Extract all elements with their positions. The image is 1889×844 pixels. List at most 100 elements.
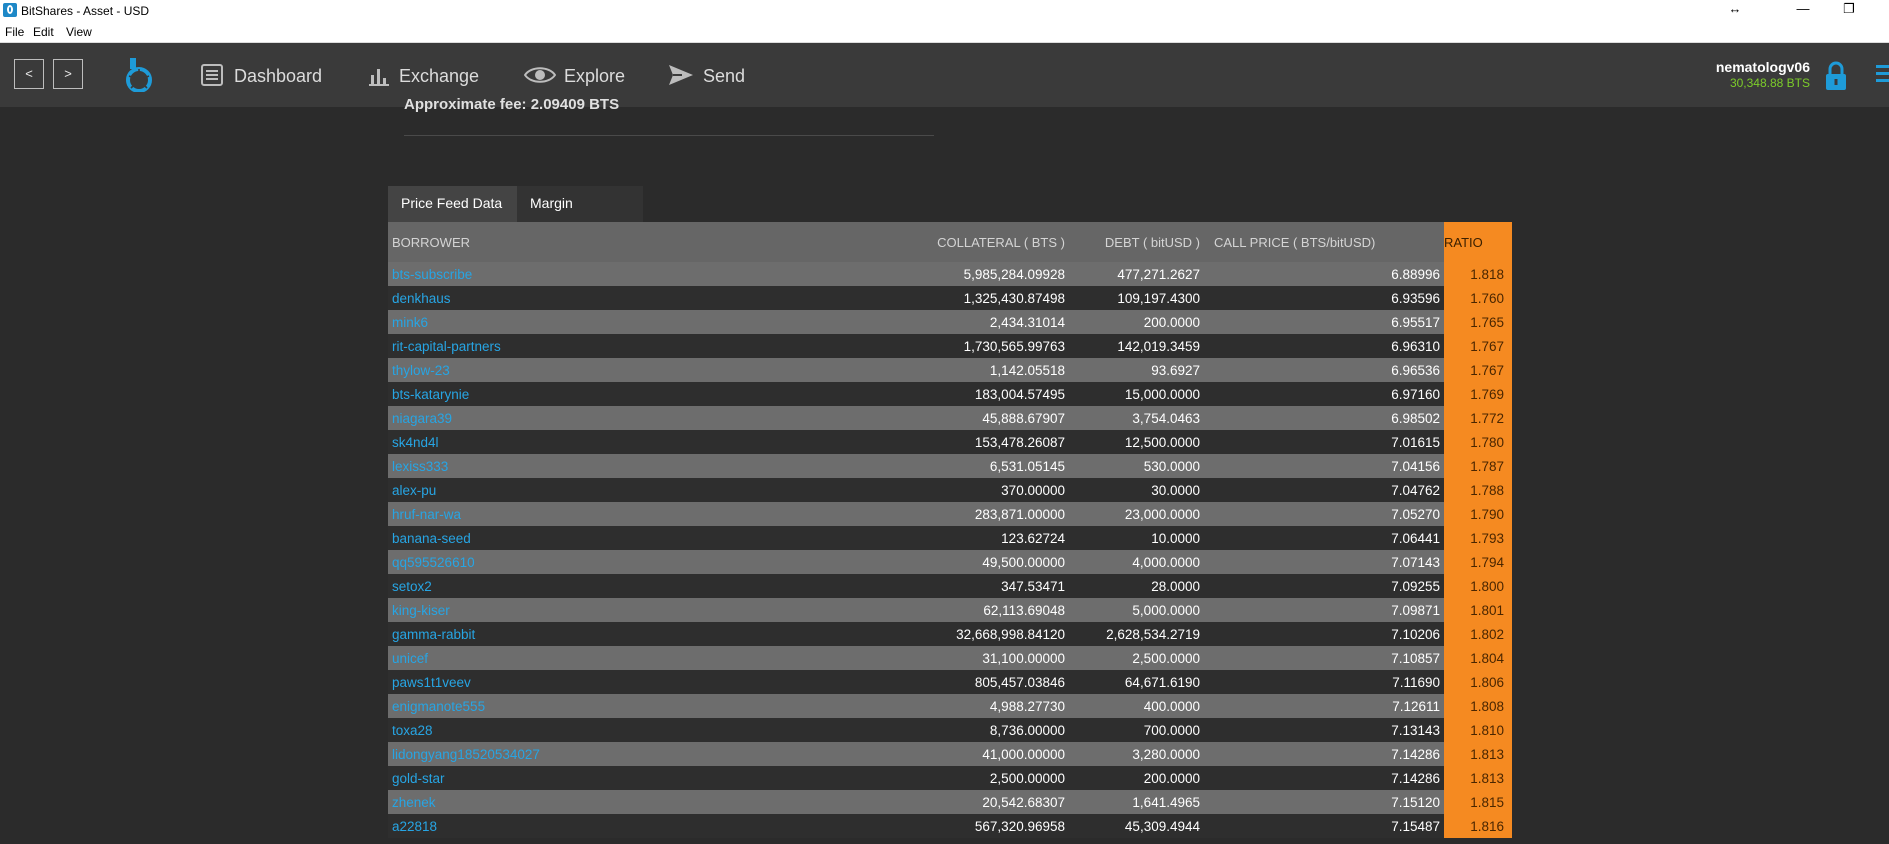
collateral-cell: 8,736.00000 xyxy=(903,718,1069,742)
table-row: enigmanote555 4,988.27730 400.0000 7.12611 1… xyxy=(388,694,1512,718)
collateral-cell: 45,888.67907 xyxy=(903,406,1069,430)
table-row: paws1t1veev 805,457.03846 64,671.6190 7.116… xyxy=(388,670,1512,694)
borrower-link[interactable]: sk4nd4l xyxy=(388,430,903,454)
borrower-link[interactable]: rit-capital-partners xyxy=(388,334,903,358)
debt-cell: 15,000.0000 xyxy=(1069,382,1204,406)
borrower-link[interactable]: paws1t1veev xyxy=(388,670,903,694)
debt-cell: 12,500.0000 xyxy=(1069,430,1204,454)
menu-file[interactable]: File xyxy=(5,25,24,39)
debt-cell: 200.0000 xyxy=(1069,310,1204,334)
collateral-cell: 183,004.57495 xyxy=(903,382,1069,406)
call-price-cell: 7.11690 xyxy=(1204,670,1444,694)
call-price-cell: 7.06441 xyxy=(1204,526,1444,550)
borrower-link[interactable]: banana-seed xyxy=(388,526,903,550)
borrower-link[interactable]: niagara39 xyxy=(388,406,903,430)
ratio-cell: 1.794 xyxy=(1444,550,1512,574)
table-row: denkhaus 1,325,430.87498 109,197.4300 6.935… xyxy=(388,286,1512,310)
ratio-cell: 1.808 xyxy=(1444,694,1512,718)
tab-margin-positions[interactable]: Margin positions xyxy=(517,186,643,245)
account-name[interactable]: nematologv06 xyxy=(1716,59,1810,75)
account-info[interactable]: nematologv06 30,348.88 BTS xyxy=(1716,59,1810,90)
collateral-cell: 31,100.00000 xyxy=(903,646,1069,670)
app-header: < > Dashboard Exchange Explore Send nema… xyxy=(0,43,1889,107)
minimize-button[interactable]: — xyxy=(1780,0,1826,22)
table-row: thylow-23 1,142.05518 93.6927 6.96536 1.767 xyxy=(388,358,1512,382)
table-row: gold-star 2,500.00000 200.0000 7.14286 1.813 xyxy=(388,766,1512,790)
borrower-link[interactable]: thylow-23 xyxy=(388,358,903,382)
table-row: zhenek 20,542.68307 1,641.4965 7.15120 1.815 xyxy=(388,790,1512,814)
restore-button[interactable]: ❐ xyxy=(1826,0,1872,22)
nav-explore[interactable]: Explore xyxy=(524,63,644,89)
column-header-borrower[interactable]: BORROWER xyxy=(388,222,903,262)
call-price-cell: 6.93596 xyxy=(1204,286,1444,310)
table-row: gamma-rabbit 32,668,998.84120 2,628,534.27… xyxy=(388,622,1512,646)
collateral-cell: 347.53471 xyxy=(903,574,1069,598)
table-row: sk4nd4l 153,478.26087 12,500.0000 7.01615 1.… xyxy=(388,430,1512,454)
call-price-cell: 7.12611 xyxy=(1204,694,1444,718)
borrower-link[interactable]: bts-subscribe xyxy=(388,262,903,286)
resize-icon[interactable]: ↔ xyxy=(1712,0,1758,22)
call-price-cell: 7.07143 xyxy=(1204,550,1444,574)
menu-view[interactable]: View xyxy=(66,25,92,39)
nav-exchange[interactable]: Exchange xyxy=(367,63,487,89)
table-row: lexiss333 6,531.05145 530.0000 7.04156 1.787 xyxy=(388,454,1512,478)
column-header-call-price[interactable]: CALL PRICE ( BTS/bitUSD) xyxy=(1204,222,1444,262)
borrower-link[interactable]: bts-katarynie xyxy=(388,382,903,406)
borrower-link[interactable]: unicef xyxy=(388,646,903,670)
column-header-debt[interactable]: DEBT ( bitUSD ) xyxy=(1069,222,1204,262)
bitshares-app-icon xyxy=(3,3,17,17)
debt-cell: 477,271.2627 xyxy=(1069,262,1204,286)
collateral-cell: 4,988.27730 xyxy=(903,694,1069,718)
debt-cell: 10.0000 xyxy=(1069,526,1204,550)
table-row: lidongyang18520534027 41,000.00000 3,280.0… xyxy=(388,742,1512,766)
forward-button[interactable]: > xyxy=(53,59,83,89)
margin-positions-table: BORROWER COLLATERAL ( BTS ) DEBT ( bitUS… xyxy=(388,222,1512,838)
collateral-cell: 1,142.05518 xyxy=(903,358,1069,382)
borrower-link[interactable]: gamma-rabbit xyxy=(388,622,903,646)
nav-exchange-label: Exchange xyxy=(399,66,480,86)
borrower-link[interactable]: a22818 xyxy=(388,814,903,838)
borrower-link[interactable]: lidongyang18520534027 xyxy=(388,742,903,766)
table-row: unicef 31,100.00000 2,500.0000 7.10857 1.804 xyxy=(388,646,1512,670)
borrower-link[interactable]: gold-star xyxy=(388,766,903,790)
borrower-link[interactable]: lexiss333 xyxy=(388,454,903,478)
collateral-cell: 2,500.00000 xyxy=(903,766,1069,790)
menu-edit[interactable]: Edit xyxy=(33,25,54,39)
ratio-cell: 1.804 xyxy=(1444,646,1512,670)
collateral-cell: 283,871.00000 xyxy=(903,502,1069,526)
tab-price-feed-data[interactable]: Price Feed Data xyxy=(388,186,517,222)
nav-dashboard[interactable]: Dashboard xyxy=(201,63,331,89)
call-price-cell: 7.05270 xyxy=(1204,502,1444,526)
bitshares-logo-icon[interactable] xyxy=(125,56,153,92)
column-header-ratio[interactable]: RATIO xyxy=(1444,222,1512,262)
borrower-link[interactable]: zhenek xyxy=(388,790,903,814)
ratio-cell: 1.816 xyxy=(1444,814,1512,838)
ratio-cell: 1.810 xyxy=(1444,718,1512,742)
borrower-link[interactable]: qq595526610 xyxy=(388,550,903,574)
lock-icon[interactable] xyxy=(1825,61,1847,91)
table-row: hruf-nar-wa 283,871.00000 23,000.0000 7.052… xyxy=(388,502,1512,526)
ratio-cell: 1.813 xyxy=(1444,742,1512,766)
borrower-link[interactable]: alex-pu xyxy=(388,478,903,502)
nav-send[interactable]: Send xyxy=(668,63,768,89)
hamburger-menu-icon[interactable] xyxy=(1876,65,1889,83)
table-row: niagara39 45,888.67907 3,754.0463 6.98502 1.… xyxy=(388,406,1512,430)
borrower-link[interactable]: hruf-nar-wa xyxy=(388,502,903,526)
debt-cell: 64,671.6190 xyxy=(1069,670,1204,694)
borrower-link[interactable]: mink6 xyxy=(388,310,903,334)
borrower-link[interactable]: king-kiser xyxy=(388,598,903,622)
chart-icon xyxy=(369,69,389,86)
collateral-cell: 5,985,284.09928 xyxy=(903,262,1069,286)
back-button[interactable]: < xyxy=(14,59,44,89)
collateral-cell: 49,500.00000 xyxy=(903,550,1069,574)
borrower-link[interactable]: toxa28 xyxy=(388,718,903,742)
borrower-link[interactable]: enigmanote555 xyxy=(388,694,903,718)
nav-explore-label: Explore xyxy=(564,66,626,86)
approximate-fee-text: Approximate fee: 2.09409 BTS xyxy=(404,96,620,113)
collateral-cell: 1,325,430.87498 xyxy=(903,286,1069,310)
borrower-link[interactable]: setox2 xyxy=(388,574,903,598)
borrower-link[interactable]: denkhaus xyxy=(388,286,903,310)
ratio-cell: 1.767 xyxy=(1444,334,1512,358)
column-header-collateral[interactable]: COLLATERAL ( BTS ) xyxy=(903,222,1069,262)
debt-cell: 530.0000 xyxy=(1069,454,1204,478)
